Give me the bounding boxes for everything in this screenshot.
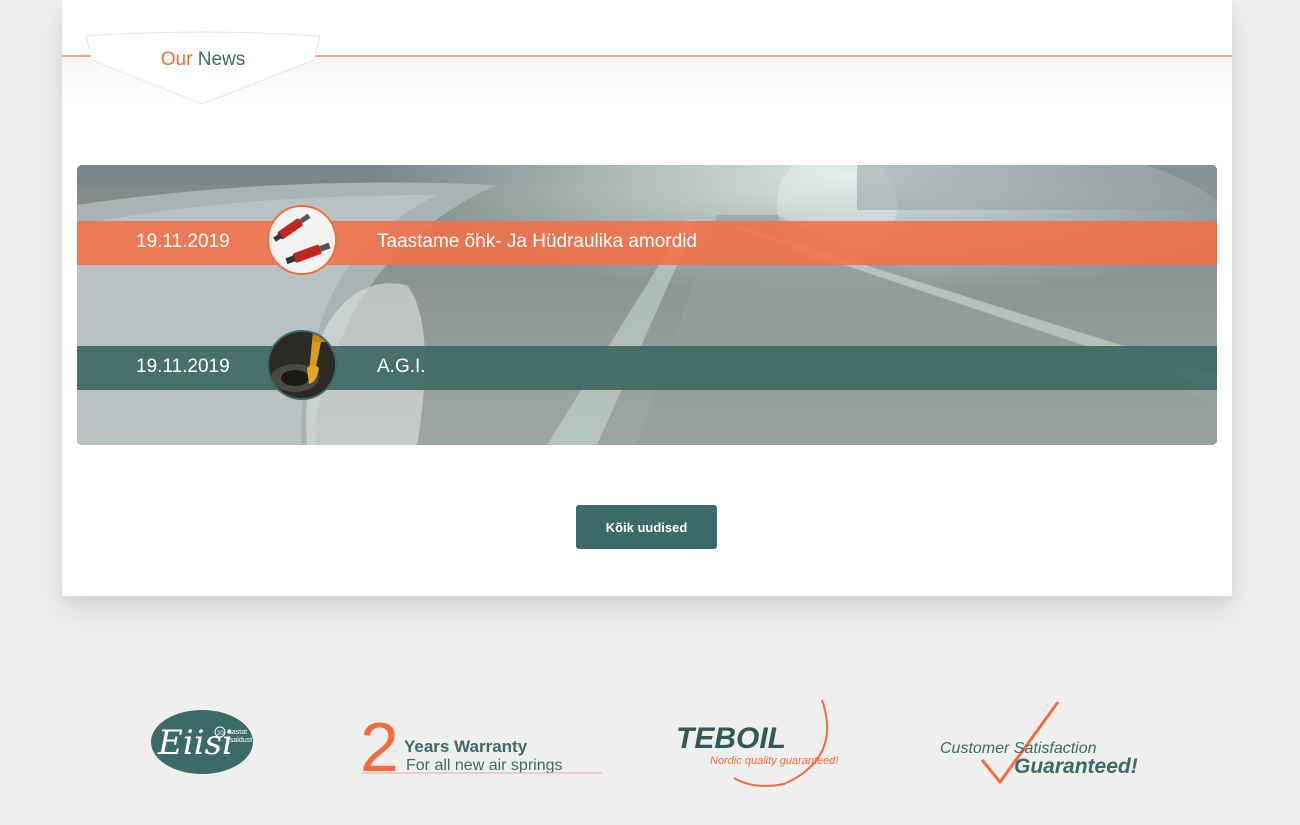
warranty-number: 2 xyxy=(360,708,399,777)
section-title-accent: Our xyxy=(160,49,193,70)
satisfaction-logo[interactable]: Customer Satisfaction Guaranteed! xyxy=(940,700,1150,786)
warranty-logo[interactable]: 2 Years Warranty For all new air springs xyxy=(360,705,604,777)
news-date: 19.11.2019 xyxy=(136,231,230,252)
news-title[interactable]: A.G.I. xyxy=(377,356,426,378)
eiisi-line1: aastat xyxy=(228,729,247,736)
shock-absorber-icon xyxy=(269,207,335,273)
news-item[interactable]: 19.11.2019 A.G.I. xyxy=(77,330,1217,400)
section-title: Our News xyxy=(84,49,322,71)
warranty-line2: For all new air springs xyxy=(406,757,563,774)
oil-pour-icon xyxy=(269,332,335,398)
news-thumbnail[interactable] xyxy=(267,205,337,275)
news-title[interactable]: Taastame õhk- Ja Hüdraulika amordid xyxy=(377,231,697,253)
satisfaction-badge: Customer Satisfaction Guaranteed! xyxy=(940,701,1138,784)
teboil-tagline: Nordic quality guaranteed! xyxy=(710,755,838,767)
news-slider: 19.11.2019 Taastame õhk- Ja Hüdraulika a… xyxy=(77,165,1217,445)
news-card: Our News 19.11.2019 Taastame õhk- Ja Hüd… xyxy=(62,0,1232,596)
eiisi-badge: Eiisi 20 aastat usaldust xyxy=(151,710,253,774)
eiisi-script: Eiisi xyxy=(157,723,233,763)
teboil-logo[interactable]: TEBOIL Nordic quality guaranteed! xyxy=(674,698,854,788)
warranty-badge: 2 Years Warranty For all new air springs xyxy=(360,708,602,777)
news-section-tab: Our News xyxy=(84,30,322,106)
news-thumbnail[interactable] xyxy=(267,330,337,400)
news-item[interactable]: 19.11.2019 Taastame õhk- Ja Hüdraulika a… xyxy=(77,205,1217,275)
teboil-badge: TEBOIL Nordic quality guaranteed! xyxy=(676,699,838,787)
teboil-name: TEBOIL xyxy=(676,722,786,755)
night-road-car-image xyxy=(77,165,1217,445)
section-title-main: News xyxy=(197,49,246,70)
satisfaction-line2: Guaranteed! xyxy=(1014,755,1138,778)
news-date: 19.11.2019 xyxy=(136,356,230,377)
eiisi-years: 20 xyxy=(217,731,224,737)
eiisi-line2: usaldust xyxy=(226,737,252,744)
eiisi-logo[interactable]: Eiisi 20 aastat usaldust xyxy=(150,710,254,774)
warranty-line1: Years Warranty xyxy=(404,737,528,756)
all-news-button[interactable]: Kõik uudised xyxy=(576,505,717,549)
